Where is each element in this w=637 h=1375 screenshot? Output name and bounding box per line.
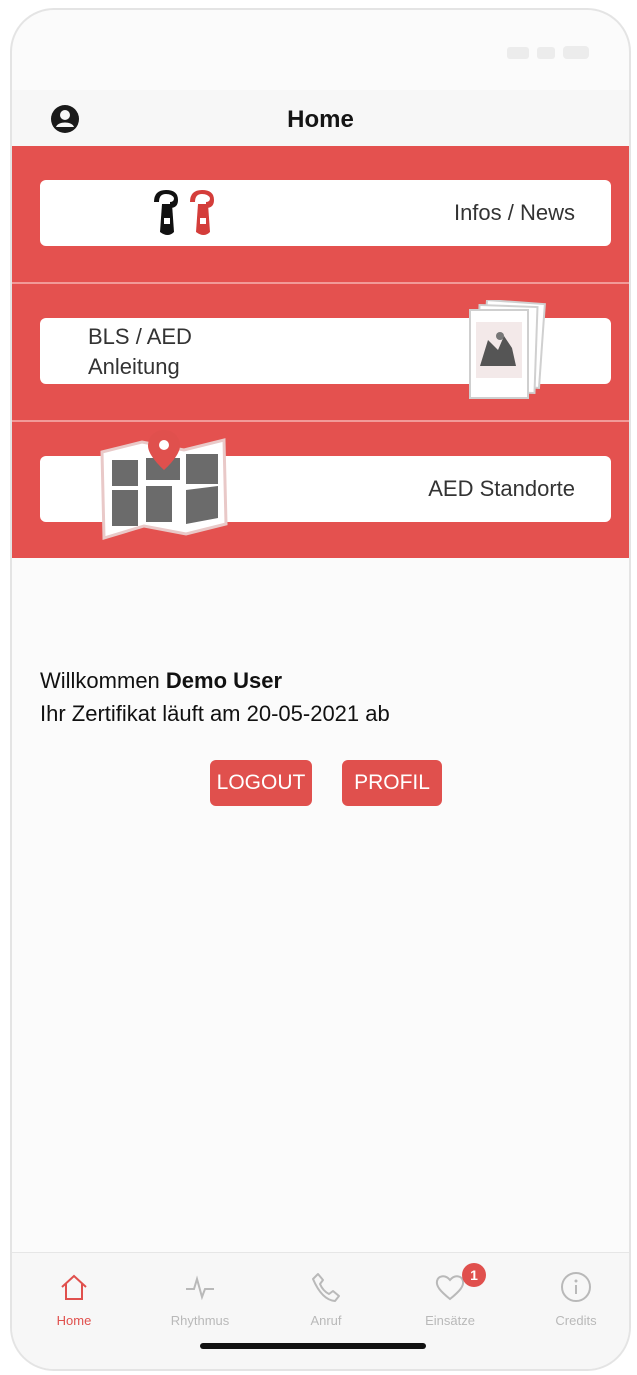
- divider: [12, 420, 629, 422]
- anleitung-label: Anleitung: [88, 354, 180, 379]
- tab-home[interactable]: Home: [14, 1253, 134, 1348]
- user-name: Demo User: [165, 668, 283, 693]
- tab-rhythmus[interactable]: Rhythmus: [140, 1253, 260, 1348]
- map-pin-icon: [100, 430, 228, 541]
- menu-band: Infos / News BLS / AED Anleitung AED Sta…: [12, 146, 629, 558]
- tab-anruf[interactable]: Anruf: [266, 1253, 386, 1348]
- aed-standorte-label: AED Standorte: [428, 476, 575, 501]
- profil-button[interactable]: PROFIL: [342, 760, 442, 806]
- navigation-header: Home: [12, 90, 629, 150]
- tab-rhythmus-label: Rhythmus: [170, 1313, 230, 1328]
- page-title: Home: [287, 106, 354, 133]
- tab-einsaetze[interactable]: 1 Einsätze: [390, 1253, 510, 1348]
- info-icon: [561, 1272, 591, 1302]
- bls-aed-label: BLS / AED: [88, 324, 192, 349]
- home-icon: [61, 1274, 87, 1300]
- logout-button[interactable]: LOGOUT: [210, 760, 312, 806]
- tab-credits[interactable]: Credits: [516, 1253, 629, 1348]
- tab-einsaetze-label: Einsätze: [425, 1313, 475, 1328]
- tab-bar: Home Rhythmus Anruf 1 Einsätze Credits: [12, 1252, 629, 1369]
- infos-news-card[interactable]: Infos / News: [40, 180, 611, 246]
- welcome-line: Willkommen Demo User: [40, 664, 390, 697]
- tab-anruf-label: Anruf: [310, 1313, 342, 1328]
- home-indicator[interactable]: [200, 1343, 426, 1349]
- pulse-icon: [186, 1275, 214, 1301]
- divider: [12, 282, 629, 284]
- infos-news-label: Infos / News: [453, 200, 575, 225]
- status-bar-icons: [507, 46, 589, 59]
- phone-screen: Home Infos / News BLS / AED Anleitung AE…: [10, 8, 631, 1371]
- manual-book-icon: [469, 300, 546, 399]
- basel-crest-icon: [154, 190, 214, 235]
- certificate-text: Ihr Zertifikat läuft am 20-05-2021 ab: [40, 701, 390, 726]
- welcome-block: Willkommen Demo User Ihr Zertifikat läuf…: [40, 664, 390, 730]
- tab-home-label: Home: [56, 1313, 92, 1328]
- tab-credits-label: Credits: [555, 1313, 597, 1328]
- greeting-text: Willkommen: [40, 668, 160, 693]
- notification-badge: 1: [462, 1263, 486, 1287]
- phone-icon: [312, 1273, 340, 1302]
